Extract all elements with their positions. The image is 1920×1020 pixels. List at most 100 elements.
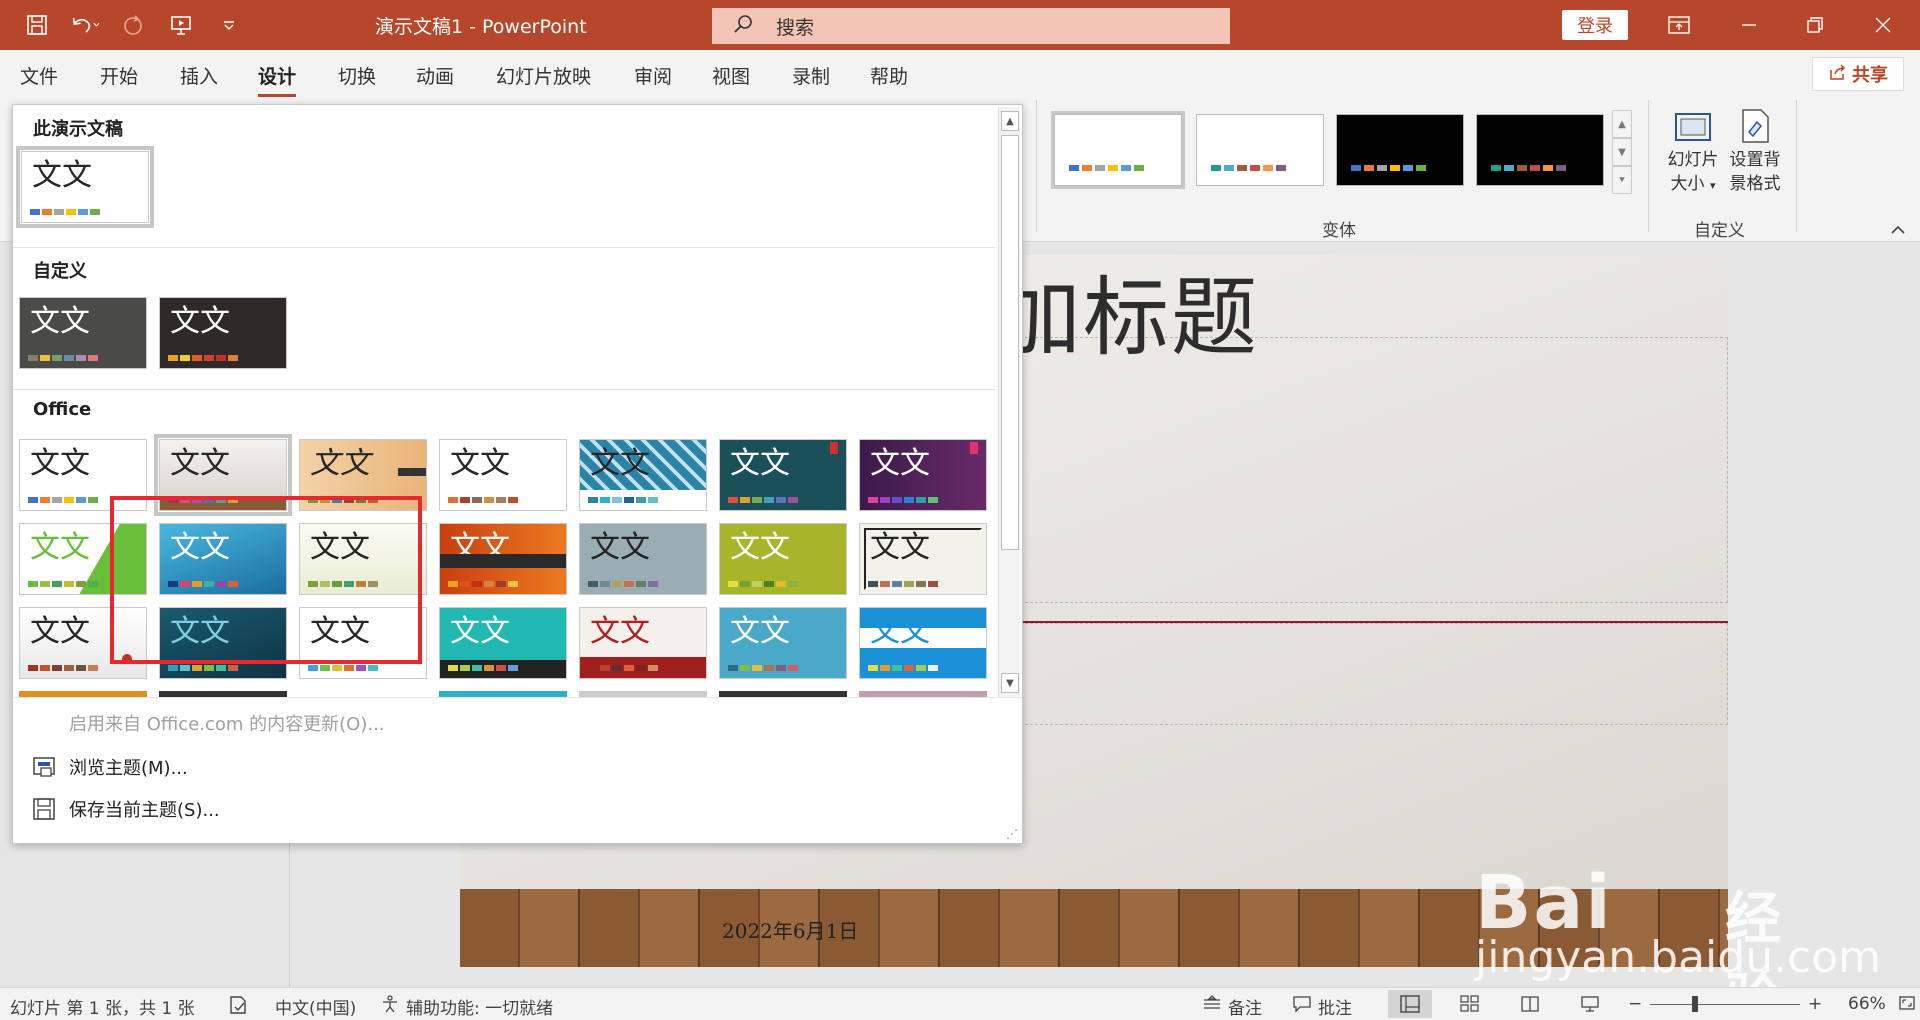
scroll-down-icon[interactable]: ▼ [1001,673,1019,693]
language-label: 中文(中国) [275,999,357,1019]
undo-icon[interactable] [70,10,100,40]
variant-4[interactable] [1476,114,1604,186]
tab-transitions[interactable]: 切换 [338,62,376,89]
theme-main-event[interactable]: 文文 [579,607,707,679]
tab-view[interactable]: 视图 [712,62,750,89]
zoom-out-icon[interactable]: − [1628,994,1642,1014]
resize-grip-icon[interactable]: ⋰ [1006,827,1018,841]
variant-2[interactable] [1196,114,1324,186]
fit-slide-icon[interactable] [1898,994,1916,1012]
subtitle-placeholder[interactable] [930,623,1728,725]
login-button[interactable]: 登录 [1562,10,1628,40]
spelling-check-icon[interactable] [228,994,250,1016]
zoom-slider-thumb[interactable] [1692,996,1698,1012]
redo-icon[interactable] [118,10,148,40]
tab-design[interactable]: 设计 [258,62,297,97]
search-box[interactable]: 搜索 [712,8,1230,44]
theme-current[interactable]: 文文 [16,146,154,228]
share-button[interactable]: 共享 [1812,57,1904,91]
title-placeholder[interactable] [930,337,1728,603]
theme-parcel[interactable]: 文文 [579,439,707,511]
minimize-icon[interactable] [1734,10,1764,40]
scroll-up-icon[interactable]: ▲ [1001,111,1019,131]
theme-retrospect[interactable]: 文文 [439,439,567,511]
save-icon[interactable] [22,10,52,40]
scroll-thumb[interactable] [1001,135,1019,550]
tab-animations[interactable]: 动画 [416,62,454,89]
variants-group-label: 变体 [1322,221,1356,241]
theme-thumb-text: 文文 [450,614,510,649]
ribbon-separator [1648,100,1649,232]
theme-mesh[interactable]: 文文 [719,439,847,511]
variants-scroll-down-icon[interactable]: ▼ [1612,138,1632,166]
tab-insert[interactable]: 插入 [180,62,218,89]
tab-review[interactable]: 审阅 [634,62,672,89]
notes-label: 备注 [1228,999,1262,1019]
restore-icon[interactable] [1800,10,1830,40]
tab-file[interactable]: 文件 [20,62,58,89]
reading-view-icon[interactable] [1508,990,1552,1018]
ribbon-separator [1036,100,1037,232]
menu-enable-updates: 启用来自 Office.com 的内容更新(O)... [69,710,385,736]
tab-slideshow[interactable]: 幻灯片放映 [496,62,591,89]
accessibility-status[interactable]: 辅助功能: 一切就绪 [380,994,553,1019]
theme-thumb-text: 文文 [590,446,650,481]
theme-berlin[interactable]: 文文 [439,523,567,595]
title-bar: 演示文稿1 - PowerPoint 搜索 登录 [0,0,1920,50]
variant-3[interactable] [1336,114,1464,186]
theme-slice[interactable]: 文文 [719,607,847,679]
notes-button[interactable]: 备注 [1202,994,1262,1019]
slideshow-view-icon[interactable] [1568,990,1612,1018]
menu-browse-themes-label: 浏览主题(M)... [69,758,188,779]
zoom-slider[interactable] [1650,1004,1800,1005]
document-title: 演示文稿1 - PowerPoint [375,16,587,38]
theme-thumb-text: 文文 [870,614,930,649]
chevron-down-icon: ▾ [1709,179,1716,192]
slide-size-label-2: 大小 [1670,174,1705,194]
language-indicator[interactable]: 中文(中国) [275,994,356,1019]
baidu-watermark: Bai 经验 jingyan.baidu.com [1475,860,1881,1020]
theme-custom-2[interactable]: 文文 [159,297,287,369]
tab-home[interactable]: 开始 [100,62,138,89]
customize-qat-icon[interactable] [214,10,244,40]
browse-themes-icon [31,754,57,780]
theme-celestial[interactable]: 文文 [859,439,987,511]
theme-gallery[interactable]: 文文 [579,523,707,595]
theme-thumb-text: 文文 [590,614,650,649]
theme-wisp[interactable]: 文文 [859,607,987,679]
zoom-in-icon[interactable]: + [1808,994,1822,1014]
theme-thumb-text: 文文 [730,530,790,565]
section-divider [13,389,995,390]
comments-button[interactable]: 批注 [1292,994,1352,1019]
menu-save-theme[interactable]: 保存当前主题(S)... [31,796,220,822]
theme-thumb-text: 文文 [30,446,90,481]
slide-counter: 幻灯片 第 1 张，共 1 张 [10,994,195,1019]
collapse-ribbon-icon[interactable] [1890,220,1906,241]
variants-scroll-up-icon[interactable]: ▲ [1612,110,1632,138]
present-from-start-icon[interactable] [166,10,196,40]
variants-scroll: ▲ ▼ ⯆ [1612,110,1632,196]
menu-browse-themes[interactable]: 浏览主题(M)... [31,754,188,780]
theme-droplet[interactable]: 文文 [439,607,567,679]
theme-quotable[interactable]: 文文 [719,523,847,595]
variant-1[interactable] [1051,111,1185,189]
close-icon[interactable] [1868,10,1898,40]
tab-help[interactable]: 帮助 [870,62,908,89]
ribbon-display-options-icon[interactable] [1664,10,1694,40]
status-bar: 幻灯片 第 1 张，共 1 张 中文(中国) 辅助功能: 一切就绪 备注 批注 … [0,987,1920,1020]
variants-more-icon[interactable]: ⯆ [1612,166,1632,194]
slide-sorter-view-icon[interactable] [1448,990,1492,1018]
annotation-red-box [110,496,422,664]
format-background-button[interactable]: 设置背 景格式 [1724,106,1786,196]
theme-frame[interactable]: 文文 [859,523,987,595]
gallery-scrollbar[interactable]: ▲ ▼ [998,107,1020,697]
slide-date: 2022年6月1日 [722,919,859,943]
tab-record[interactable]: 录制 [792,62,830,89]
accessibility-icon [380,994,400,1019]
save-theme-icon [31,796,57,822]
slide-size-button[interactable]: 幻灯片 大小 ▾ [1662,106,1724,198]
watermark-url: jingyan.baidu.com [1475,932,1882,983]
normal-view-icon[interactable] [1388,990,1432,1018]
theme-custom-1[interactable]: 文文 [19,297,147,369]
zoom-level[interactable]: 66% [1848,994,1886,1014]
